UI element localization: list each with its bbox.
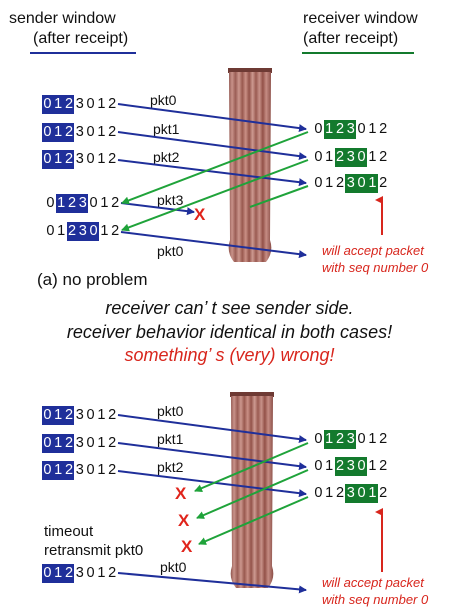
a-arrow-ack — [121, 159, 309, 232]
a-arrow-pkt0-second — [120, 231, 307, 259]
b-arrow-pkt0 — [117, 414, 307, 444]
diagram-graphics — [117, 68, 383, 594]
a-arrow-ack — [121, 131, 309, 205]
a-arrow-pkt0 — [117, 103, 307, 133]
b-arrow-pkt0-retransmit — [117, 572, 307, 594]
curtain-top — [228, 68, 272, 262]
